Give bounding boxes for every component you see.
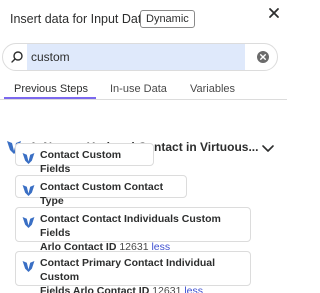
field-contact-custom-fields[interactable]: Contact Custom Fields — [15, 143, 154, 175]
search-field[interactable] — [2, 43, 278, 71]
active-tab-indicator — [4, 97, 96, 99]
dynamic-badge: Dynamic — [140, 10, 195, 28]
field-primary-contact-arlo-id[interactable]: Contact Primary Contact Individual Custo… — [15, 251, 251, 293]
search-icon — [10, 50, 24, 64]
tab-previous-steps[interactable]: Previous Steps — [14, 83, 88, 95]
tab-bar: Previous Steps In-use Data Variables — [0, 80, 287, 100]
less-link[interactable]: less — [184, 285, 203, 293]
field-contact-custom-contact-type[interactable]: Contact Custom Contact Type — [15, 175, 187, 207]
tab-variables[interactable]: Variables — [190, 83, 235, 95]
virtuous-app-icon — [22, 259, 35, 272]
virtuous-app-icon — [22, 151, 35, 164]
field-label: Contact Custom Fields — [40, 149, 122, 175]
field-label-line2: Fields Arlo Contact ID — [40, 285, 150, 293]
field-label: Contact Contact Individuals Custom Field… — [40, 212, 250, 254]
field-label-line1: Contact Contact Individuals Custom Field… — [40, 213, 221, 239]
modal-header: Insert data for Input Data Dynamic — [0, 0, 287, 36]
field-contact-individuals-arlo-id[interactable]: Contact Contact Individuals Custom Field… — [15, 207, 251, 253]
chevron-down-icon[interactable] — [261, 141, 275, 152]
field-label-line1: Contact Primary Contact Individual Custo… — [40, 257, 216, 283]
field-label: Contact Custom Contact Type — [40, 181, 164, 207]
virtuous-app-icon — [22, 215, 35, 228]
search-input[interactable] — [31, 48, 241, 66]
field-label: Contact Primary Contact Individual Custo… — [40, 256, 250, 293]
clear-icon[interactable] — [256, 50, 270, 64]
close-icon[interactable] — [266, 5, 282, 21]
tab-in-use-data[interactable]: In-use Data — [110, 83, 167, 95]
virtuous-app-icon — [22, 183, 35, 196]
modal-title: Insert data for Input Data — [10, 12, 149, 26]
field-value: 12631 — [152, 285, 182, 293]
